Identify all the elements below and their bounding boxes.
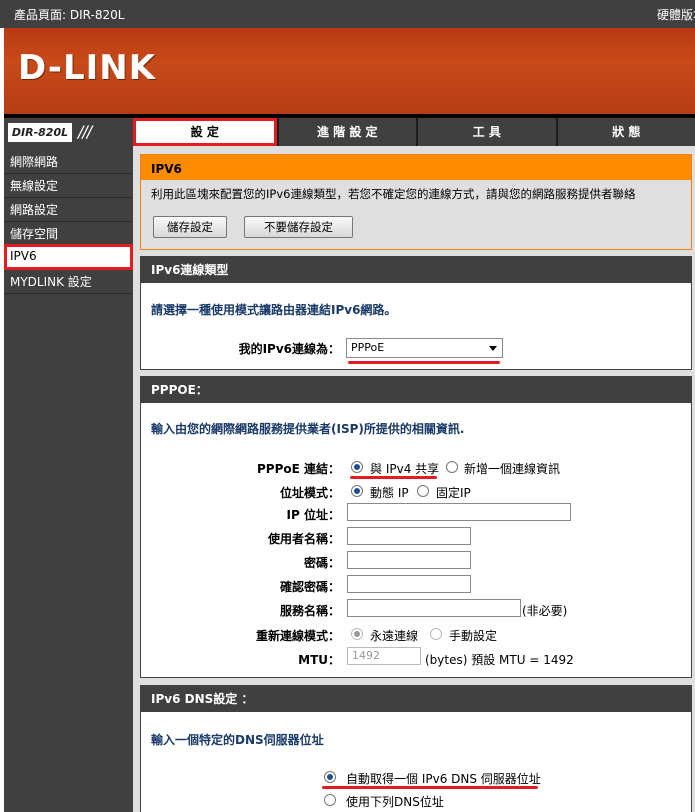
product-page-label: 產品頁面: DIR-820L [14, 8, 125, 22]
tab-setup[interactable]: 設 定 [133, 118, 277, 146]
session-shared-radio[interactable] [351, 461, 363, 473]
mtu-input[interactable]: 1492 [347, 647, 421, 665]
dont-save-button[interactable]: 不要儲存設定 [244, 216, 353, 238]
chevron-down-icon [489, 346, 497, 351]
confirm-password-label: 確認密碼： [279, 580, 340, 594]
sidebar-item-network[interactable]: 網路設定 [4, 198, 133, 222]
dns-title: IPv6 DNS設定 ： [141, 686, 691, 712]
tab-tools[interactable]: 工 具 [416, 118, 556, 146]
pppoe-note: 輸入由您的網際網路服務提供業者(ISP)所提供的相關資訊. [151, 422, 465, 436]
password-label: 密碼： [303, 556, 340, 570]
reconnect-mode-label: 重新連線模式： [255, 629, 340, 643]
ipv6-panel-title: IPV6 [141, 155, 691, 180]
model-name: DIR-820L [8, 123, 72, 142]
session-new-radio[interactable] [446, 461, 458, 473]
highlight-underline [322, 786, 538, 789]
tab-advanced[interactable]: 進 階 設 定 [276, 118, 417, 146]
dns-manual-radio[interactable] [324, 794, 336, 806]
conn-type-label: 我的IPv6連線為： [238, 342, 340, 356]
address-static-radio[interactable] [417, 485, 429, 497]
header-banner: D-LINK [4, 28, 695, 114]
service-name-input[interactable] [347, 599, 521, 617]
dns-note: 輸入一個特定的DNS伺服器位址 [151, 733, 324, 747]
sidebar: 網際網路 無線設定 網路設定 儲存空間 IPV6 MYDLINK 設定 [4, 146, 133, 812]
model-slashes: /// [78, 122, 92, 141]
service-name-label: 服務名稱： [279, 604, 340, 618]
conn-type-title: IPv6連線類型 [141, 257, 691, 283]
address-static-label: 固定IP [436, 486, 471, 500]
sidebar-item-ipv6[interactable]: IPV6 [4, 244, 133, 270]
mtu-label: MTU： [298, 653, 340, 667]
top-bar: 產品頁面: DIR-820L 硬體版本 [0, 0, 695, 28]
address-dynamic-label: 動態 IP [370, 486, 409, 500]
conn-type-note: 請選擇一種使用模式讓路由器連結IPv6網路。 [151, 303, 397, 317]
password-input[interactable] [347, 551, 471, 569]
session-shared-label: 與 IPv4 共享 [370, 462, 440, 476]
hardware-version-label: 硬體版本 [657, 8, 695, 22]
session-new-label: 新增一個連線資訊 [464, 462, 561, 476]
service-optional-hint: (非必要) [522, 604, 568, 618]
ipv6-connection-select[interactable]: PPPoE [346, 338, 503, 358]
pppoe-title: PPPOE： [141, 377, 691, 403]
save-settings-button[interactable]: 儲存設定 [153, 216, 227, 238]
address-dynamic-radio[interactable] [351, 485, 363, 497]
model-badge: DIR-820L /// [4, 118, 133, 146]
dns-manual-label: 使用下列DNS位址 [346, 795, 444, 809]
sidebar-item-mydlink[interactable]: MYDLINK 設定 [4, 270, 133, 294]
ip-address-label: IP 位址： [286, 508, 340, 522]
reconnect-always-label: 永遠連線 [370, 629, 419, 643]
reconnect-manual-label: 手動設定 [449, 629, 498, 643]
reconnect-manual-radio[interactable] [430, 628, 442, 640]
sidebar-item-storage[interactable]: 儲存空間 [4, 222, 133, 246]
dlink-logo: D-LINK [18, 48, 157, 88]
sidebar-item-wireless[interactable]: 無線設定 [4, 174, 133, 198]
sidebar-item-internet[interactable]: 網際網路 [4, 150, 133, 174]
username-label: 使用者名稱： [267, 532, 340, 546]
mtu-hint: (bytes) 預設 MTU = 1492 [425, 653, 574, 667]
highlight-underline [348, 361, 500, 364]
dns-auto-radio[interactable] [324, 771, 336, 783]
tab-status[interactable]: 狀 態 [555, 118, 695, 146]
ip-address-input[interactable] [347, 503, 571, 521]
confirm-password-input[interactable] [347, 575, 471, 593]
highlight-underline [350, 476, 437, 479]
reconnect-always-radio[interactable] [351, 628, 363, 640]
username-input[interactable] [347, 527, 471, 545]
pppoe-session-label: PPPoE 連結： [256, 462, 340, 476]
main-nav: 設 定 進 階 設 定 工 具 狀 態 [133, 118, 695, 146]
ipv6-description: 利用此區塊來配置您的IPv6連線類型，若您不確定您的連線方式，請與您的網路服務提… [151, 187, 636, 201]
dns-auto-label: 自動取得一個 IPv6 DNS 伺服器位址 [346, 772, 541, 786]
ipv6-connection-selected: PPPoE [351, 341, 385, 354]
address-mode-label: 位址模式： [279, 486, 340, 500]
ipv6-intro-panel: IPV6 利用此區塊來配置您的IPv6連線類型，若您不確定您的連線方式，請與您的… [140, 154, 692, 250]
